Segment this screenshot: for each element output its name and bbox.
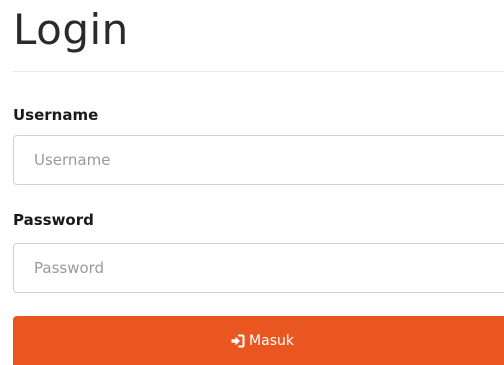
sign-in-icon	[230, 333, 246, 349]
login-button[interactable]: Masuk	[13, 316, 504, 365]
login-button-label: Masuk	[249, 332, 294, 349]
page-title: Login	[13, 5, 129, 54]
username-input[interactable]	[13, 135, 504, 185]
username-label: Username	[13, 106, 99, 124]
password-label: Password	[13, 211, 94, 229]
password-input[interactable]	[13, 243, 504, 293]
title-divider	[13, 71, 504, 72]
